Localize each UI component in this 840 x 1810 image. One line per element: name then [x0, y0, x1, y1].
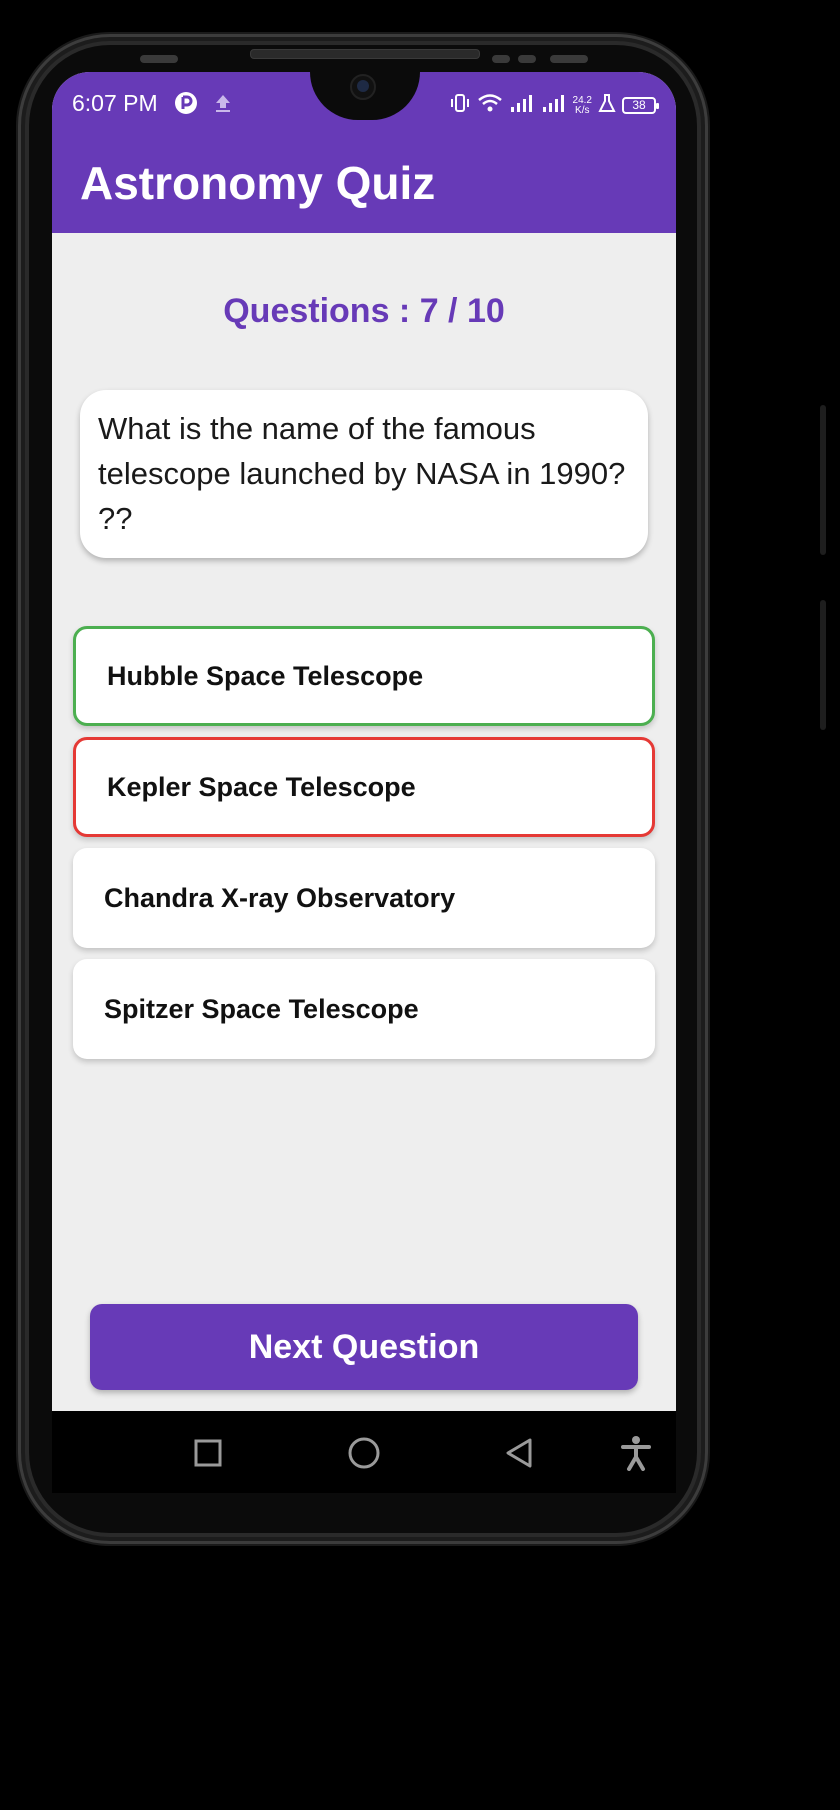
answer-option-label: Kepler Space Telescope [107, 771, 416, 802]
upload-icon [212, 92, 234, 119]
front-sensor [550, 55, 588, 63]
home-circle-icon[interactable] [344, 1433, 384, 1473]
navigation-bar [52, 1411, 676, 1493]
front-sensor [518, 55, 536, 63]
question-card: What is the name of the famous telescope… [80, 390, 648, 558]
signal-icon [541, 93, 567, 118]
accessibility-icon[interactable] [616, 1433, 656, 1473]
network-speed: 24.2 K/s [573, 95, 592, 116]
back-triangle-icon[interactable] [500, 1433, 540, 1473]
front-sensor [492, 55, 510, 63]
answer-option-label: Hubble Space Telescope [107, 660, 424, 691]
camera-lens [357, 80, 369, 92]
answer-option[interactable]: Chandra X-ray Observatory [73, 848, 655, 948]
volume-button [820, 405, 826, 555]
question-counter: Questions : 7 / 10 [223, 292, 505, 330]
app-screen: 6:07 PM 24.2 K/s 38 Astronomy Quiz Quest… [52, 72, 676, 1411]
app-title: Astronomy Quiz [80, 157, 436, 209]
answer-option-wrong[interactable]: Kepler Space Telescope [73, 737, 655, 837]
wifi-icon [477, 92, 503, 119]
vpn-icon [174, 91, 198, 120]
next-question-button[interactable]: Next Question [90, 1304, 638, 1390]
answer-option-label: Chandra X-ray Observatory [104, 882, 456, 913]
answer-option[interactable]: Spitzer Space Telescope [73, 959, 655, 1059]
signal-icon [509, 93, 535, 118]
answer-option-correct[interactable]: Hubble Space Telescope [73, 626, 655, 726]
earpiece-speaker [250, 49, 480, 59]
answer-option-label: Spitzer Space Telescope [104, 993, 419, 1024]
vibrate-icon [449, 92, 471, 119]
front-sensor [140, 55, 178, 63]
question-text: What is the name of the famous telescope… [98, 411, 626, 536]
battery-icon: 38 [622, 97, 659, 114]
recents-square-icon[interactable] [188, 1433, 228, 1473]
app-bar: Astronomy Quiz [52, 130, 676, 233]
status-time: 6:07 PM [72, 90, 158, 116]
lab-icon [598, 93, 616, 118]
network-speed-unit: K/s [575, 104, 590, 116]
power-button [820, 600, 826, 730]
